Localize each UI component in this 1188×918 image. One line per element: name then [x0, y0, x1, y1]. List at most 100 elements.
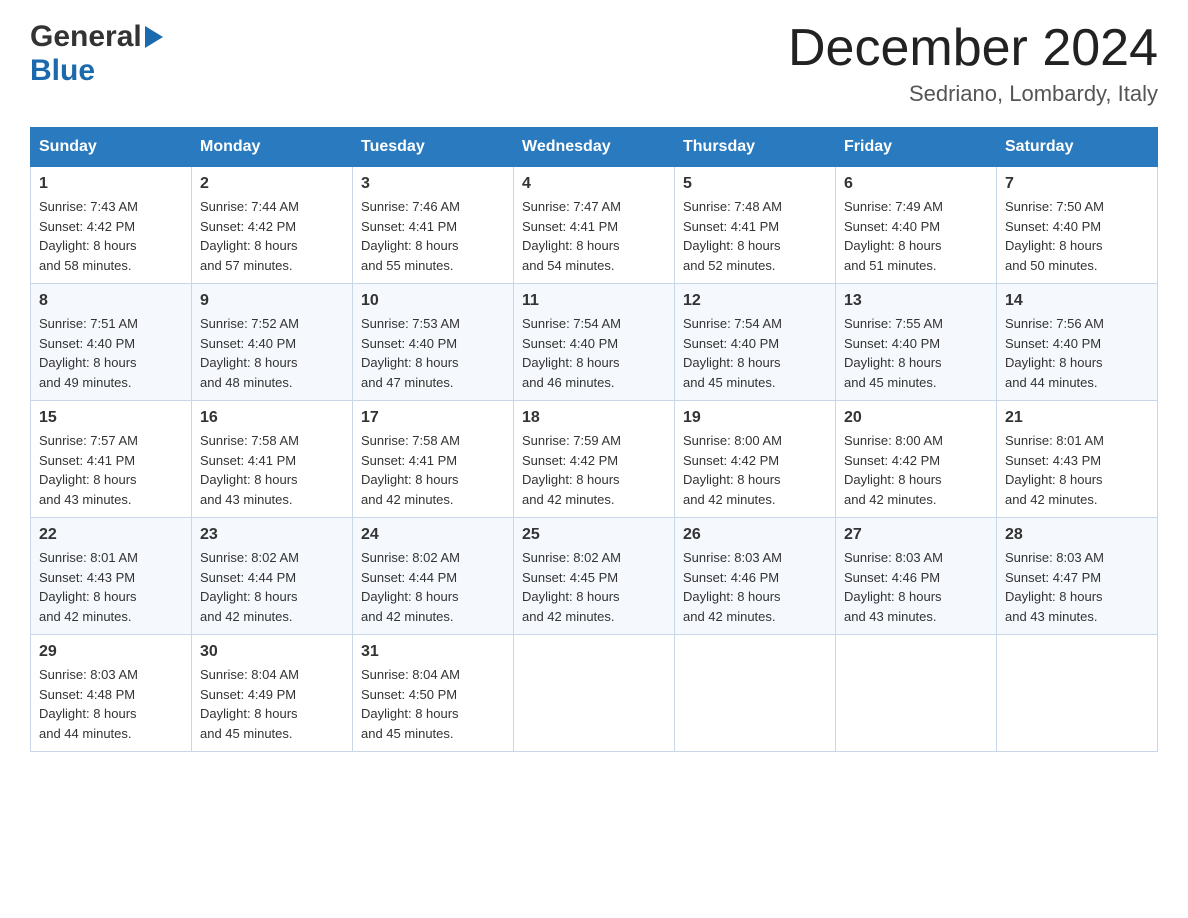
day-number: 3 [361, 175, 505, 193]
day-info: Sunrise: 8:01 AMSunset: 4:43 PMDaylight:… [1005, 431, 1149, 509]
calendar-day-cell: 5 Sunrise: 7:48 AMSunset: 4:41 PMDaylight… [675, 167, 836, 284]
calendar-week-row: 8 Sunrise: 7:51 AMSunset: 4:40 PMDaylight… [31, 284, 1158, 401]
title-block: December 2024 Sedriano, Lombardy, Italy [788, 20, 1158, 107]
day-info: Sunrise: 8:01 AMSunset: 4:43 PMDaylight:… [39, 548, 183, 626]
logo-general-text: General [30, 20, 142, 54]
calendar-day-cell: 3 Sunrise: 7:46 AMSunset: 4:41 PMDaylight… [353, 167, 514, 284]
weekday-header: Saturday [997, 128, 1158, 167]
day-info: Sunrise: 7:59 AMSunset: 4:42 PMDaylight:… [522, 431, 666, 509]
weekday-header: Thursday [675, 128, 836, 167]
day-number: 16 [200, 409, 344, 427]
calendar-week-row: 29 Sunrise: 8:03 AMSunset: 4:48 PMDayligh… [31, 635, 1158, 752]
calendar-day-cell: 27Sunrise: 8:03 AMSunset: 4:46 PMDayligh… [836, 518, 997, 635]
calendar-week-row: 1 Sunrise: 7:43 AMSunset: 4:42 PMDaylight… [31, 167, 1158, 284]
calendar-day-cell: 14 Sunrise: 7:56 AMSunset: 4:40 PMDayligh… [997, 284, 1158, 401]
calendar-day-cell: 6Sunrise: 7:49 AMSunset: 4:40 PMDaylight… [836, 167, 997, 284]
calendar-day-cell: 22 Sunrise: 8:01 AMSunset: 4:43 PMDayligh… [31, 518, 192, 635]
day-info: Sunrise: 7:54 AMSunset: 4:40 PMDaylight:… [522, 314, 666, 392]
day-number: 21 [1005, 409, 1149, 427]
calendar-day-cell: 12 Sunrise: 7:54 AMSunset: 4:40 PMDayligh… [675, 284, 836, 401]
logo: General Blue [30, 20, 163, 88]
day-number: 25 [522, 526, 666, 544]
weekday-header: Sunday [31, 128, 192, 167]
day-number: 22 [39, 526, 183, 544]
calendar-day-cell: 25 Sunrise: 8:02 AMSunset: 4:45 PMDayligh… [514, 518, 675, 635]
calendar-day-cell [514, 635, 675, 752]
calendar-day-cell [997, 635, 1158, 752]
day-number: 4 [522, 175, 666, 193]
day-info: Sunrise: 7:57 AMSunset: 4:41 PMDaylight:… [39, 431, 183, 509]
weekday-header: Monday [192, 128, 353, 167]
day-number: 5 [683, 175, 827, 193]
calendar-day-cell: 11 Sunrise: 7:54 AMSunset: 4:40 PMDayligh… [514, 284, 675, 401]
calendar-day-cell: 2Sunrise: 7:44 AMSunset: 4:42 PMDaylight… [192, 167, 353, 284]
day-number: 19 [683, 409, 827, 427]
day-info: Sunrise: 7:47 AMSunset: 4:41 PMDaylight:… [522, 197, 666, 275]
day-number: 24 [361, 526, 505, 544]
calendar-week-row: 15Sunrise: 7:57 AMSunset: 4:41 PMDayligh… [31, 401, 1158, 518]
logo-blue-text: Blue [30, 54, 95, 87]
day-number: 23 [200, 526, 344, 544]
day-number: 9 [200, 292, 344, 310]
day-info: Sunrise: 7:53 AMSunset: 4:40 PMDaylight:… [361, 314, 505, 392]
calendar-day-cell: 30Sunrise: 8:04 AMSunset: 4:49 PMDayligh… [192, 635, 353, 752]
calendar-day-cell: 8 Sunrise: 7:51 AMSunset: 4:40 PMDaylight… [31, 284, 192, 401]
day-info: Sunrise: 8:00 AMSunset: 4:42 PMDaylight:… [844, 431, 988, 509]
logo-arrow-icon [145, 26, 163, 48]
day-info: Sunrise: 8:03 AMSunset: 4:47 PMDaylight:… [1005, 548, 1149, 626]
calendar-day-cell: 7 Sunrise: 7:50 AMSunset: 4:40 PMDaylight… [997, 167, 1158, 284]
day-number: 13 [844, 292, 988, 310]
calendar-day-cell: 20 Sunrise: 8:00 AMSunset: 4:42 PMDayligh… [836, 401, 997, 518]
day-number: 17 [361, 409, 505, 427]
calendar-day-cell [675, 635, 836, 752]
day-number: 1 [39, 175, 183, 193]
day-info: Sunrise: 7:49 AMSunset: 4:40 PMDaylight:… [844, 197, 988, 275]
day-info: Sunrise: 8:02 AMSunset: 4:44 PMDaylight:… [200, 548, 344, 626]
day-number: 10 [361, 292, 505, 310]
weekday-header: Wednesday [514, 128, 675, 167]
day-number: 18 [522, 409, 666, 427]
calendar-week-row: 22 Sunrise: 8:01 AMSunset: 4:43 PMDayligh… [31, 518, 1158, 635]
day-number: 26 [683, 526, 827, 544]
calendar-day-cell: 17Sunrise: 7:58 AMSunset: 4:41 PMDayligh… [353, 401, 514, 518]
day-number: 11 [522, 292, 666, 310]
day-info: Sunrise: 7:52 AMSunset: 4:40 PMDaylight:… [200, 314, 344, 392]
day-number: 7 [1005, 175, 1149, 193]
calendar-header-row: SundayMondayTuesdayWednesdayThursdayFrid… [31, 128, 1158, 167]
calendar-day-cell: 13Sunrise: 7:55 AMSunset: 4:40 PMDayligh… [836, 284, 997, 401]
day-number: 30 [200, 643, 344, 661]
day-info: Sunrise: 7:48 AMSunset: 4:41 PMDaylight:… [683, 197, 827, 275]
calendar-day-cell: 16 Sunrise: 7:58 AMSunset: 4:41 PMDayligh… [192, 401, 353, 518]
day-info: Sunrise: 7:43 AMSunset: 4:42 PMDaylight:… [39, 197, 183, 275]
day-number: 8 [39, 292, 183, 310]
calendar-day-cell: 31 Sunrise: 8:04 AMSunset: 4:50 PMDayligh… [353, 635, 514, 752]
day-number: 12 [683, 292, 827, 310]
calendar-day-cell: 15Sunrise: 7:57 AMSunset: 4:41 PMDayligh… [31, 401, 192, 518]
day-info: Sunrise: 7:46 AMSunset: 4:41 PMDaylight:… [361, 197, 505, 275]
page-header: General Blue December 2024 Sedriano, Lom… [30, 20, 1158, 107]
day-info: Sunrise: 7:54 AMSunset: 4:40 PMDaylight:… [683, 314, 827, 392]
calendar-day-cell: 18 Sunrise: 7:59 AMSunset: 4:42 PMDayligh… [514, 401, 675, 518]
day-info: Sunrise: 7:44 AMSunset: 4:42 PMDaylight:… [200, 197, 344, 275]
day-info: Sunrise: 8:00 AMSunset: 4:42 PMDaylight:… [683, 431, 827, 509]
day-number: 29 [39, 643, 183, 661]
day-info: Sunrise: 7:50 AMSunset: 4:40 PMDaylight:… [1005, 197, 1149, 275]
day-info: Sunrise: 8:04 AMSunset: 4:50 PMDaylight:… [361, 665, 505, 743]
day-info: Sunrise: 7:51 AMSunset: 4:40 PMDaylight:… [39, 314, 183, 392]
calendar-day-cell: 4 Sunrise: 7:47 AMSunset: 4:41 PMDaylight… [514, 167, 675, 284]
day-info: Sunrise: 8:02 AMSunset: 4:44 PMDaylight:… [361, 548, 505, 626]
day-info: Sunrise: 8:03 AMSunset: 4:48 PMDaylight:… [39, 665, 183, 743]
day-info: Sunrise: 7:58 AMSunset: 4:41 PMDaylight:… [200, 431, 344, 509]
calendar-day-cell: 1 Sunrise: 7:43 AMSunset: 4:42 PMDaylight… [31, 167, 192, 284]
weekday-header: Tuesday [353, 128, 514, 167]
calendar-table: SundayMondayTuesdayWednesdayThursdayFrid… [30, 127, 1158, 752]
day-number: 31 [361, 643, 505, 661]
day-number: 20 [844, 409, 988, 427]
day-number: 27 [844, 526, 988, 544]
calendar-day-cell: 29 Sunrise: 8:03 AMSunset: 4:48 PMDayligh… [31, 635, 192, 752]
day-number: 14 [1005, 292, 1149, 310]
calendar-day-cell: 19 Sunrise: 8:00 AMSunset: 4:42 PMDayligh… [675, 401, 836, 518]
day-info: Sunrise: 7:56 AMSunset: 4:40 PMDaylight:… [1005, 314, 1149, 392]
day-info: Sunrise: 8:02 AMSunset: 4:45 PMDaylight:… [522, 548, 666, 626]
day-number: 28 [1005, 526, 1149, 544]
